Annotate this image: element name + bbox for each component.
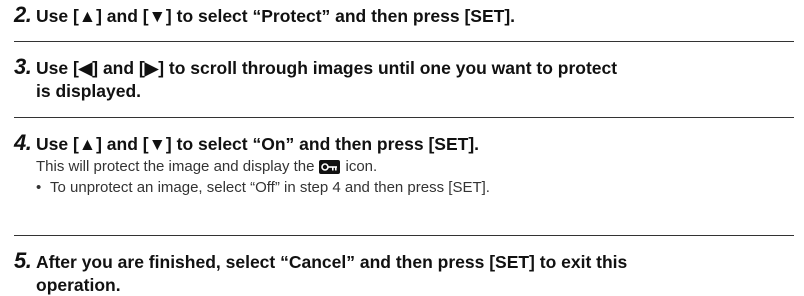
step-instruction: Use [▲] and [▼] to select “On” and then … <box>36 134 480 154</box>
step-3: 3. Use [◀] and [▶] to scroll through ima… <box>14 54 796 102</box>
note-item: • To unprotect an image, select “Off” in… <box>36 177 796 198</box>
divider <box>14 235 794 236</box>
step-2: 2. Use [▲] and [▼] to select “Protect” a… <box>14 2 796 28</box>
step-3-heading: 3. Use [◀] and [▶] to scroll through ima… <box>14 54 796 80</box>
step-instruction: Use [▲] and [▼] to select “Protect” and … <box>36 6 516 26</box>
step-instruction: After you are finished, select “Cancel” … <box>36 252 628 272</box>
step-instruction-continued: is displayed. <box>36 81 142 101</box>
divider <box>14 41 794 42</box>
step-5-heading: 5. After you are finished, select “Cance… <box>14 248 796 274</box>
step-4-heading: 4. Use [▲] and [▼] to select “On” and th… <box>14 130 796 156</box>
divider <box>14 117 794 118</box>
step-5: 5. After you are finished, select “Cance… <box>14 248 796 296</box>
step-2-heading: 2. Use [▲] and [▼] to select “Protect” a… <box>14 2 796 28</box>
description-text: This will protect the image and display … <box>36 158 315 175</box>
step-description: This will protect the image and display … <box>36 156 796 177</box>
note-text: To unprotect an image, select “Off” in s… <box>50 179 490 196</box>
bullet-icon: • <box>36 179 42 196</box>
step-number: 5. <box>14 248 32 273</box>
step-instruction: Use [◀] and [▶] to scroll through images… <box>36 58 618 78</box>
step-4: 4. Use [▲] and [▼] to select “On” and th… <box>14 130 796 198</box>
step-number: 2. <box>14 2 32 27</box>
step-number: 3. <box>14 54 32 79</box>
protect-key-icon <box>319 159 341 174</box>
step-number: 4. <box>14 130 32 155</box>
description-text-end: icon. <box>345 158 378 175</box>
step-instruction-continued: operation. <box>36 275 121 295</box>
